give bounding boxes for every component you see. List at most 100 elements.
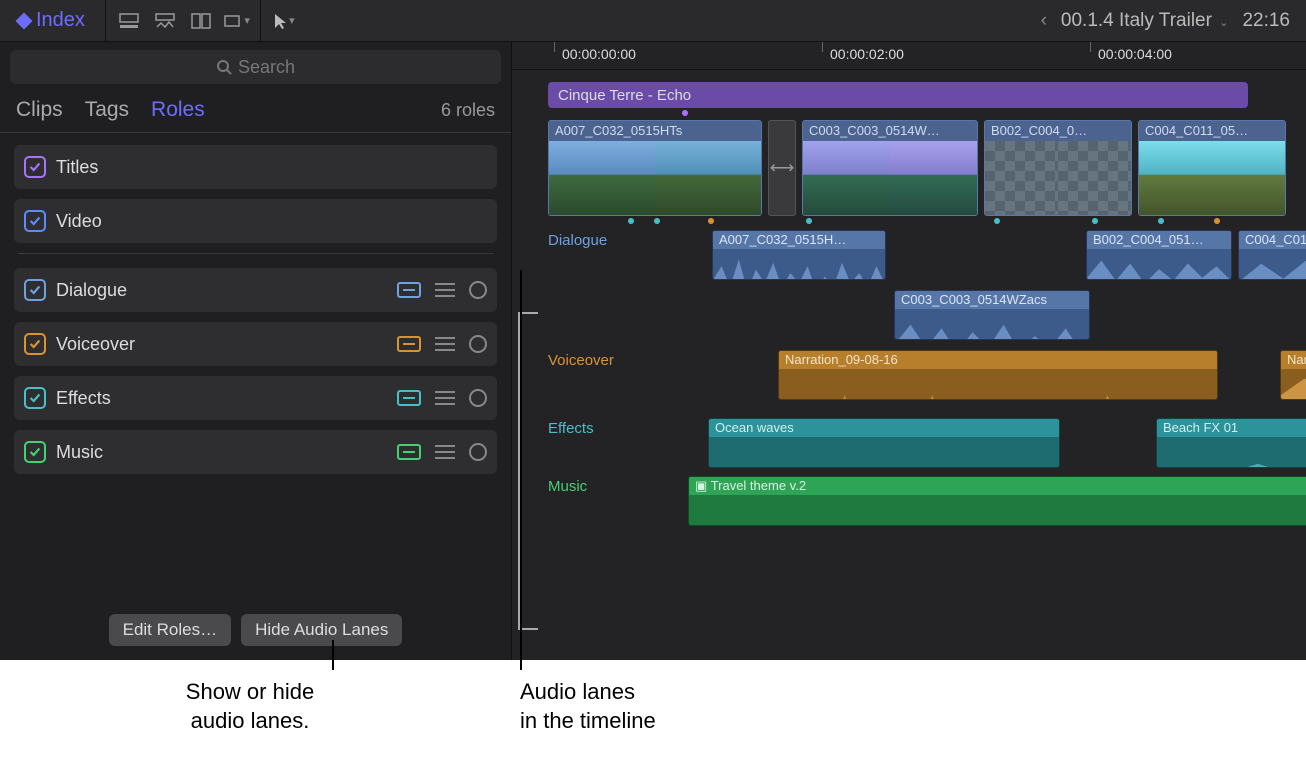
toolbar-divider	[105, 0, 106, 42]
clip-name: Narration_0	[1281, 351, 1306, 369]
audio-clip[interactable]: B002_C004_051…	[1086, 230, 1232, 280]
role-label: Music	[56, 442, 103, 463]
search-placeholder: Search	[238, 57, 295, 78]
role-checkbox[interactable]	[24, 387, 46, 409]
lane-label: Dialogue	[548, 230, 626, 249]
role-checkbox[interactable]	[24, 156, 46, 178]
audio-lane-toggle-icon[interactable]	[397, 336, 421, 352]
appearance-icon-2[interactable]	[152, 10, 178, 32]
index-button[interactable]: Index	[8, 9, 95, 32]
ruler-mark: 00:00:02:00	[830, 46, 904, 62]
timeline[interactable]: 00:00:00:00 00:00:02:00 00:00:04:00 Cinq…	[512, 42, 1306, 660]
role-dialogue[interactable]: Dialogue	[14, 268, 497, 312]
audio-clip[interactable]: ▣ Travel theme v.2	[688, 476, 1306, 526]
video-track: A007_C032_0515HTs ⟷ C003_C003_0514W… B00…	[548, 120, 1306, 216]
callouts: Show or hideaudio lanes. Audio lanesin t…	[0, 660, 1306, 760]
index-tabs: Clips Tags Roles 6 roles	[0, 92, 511, 133]
marker-dot-icon	[654, 218, 660, 224]
role-voiceover[interactable]: Voiceover	[14, 322, 497, 366]
roles-list: Titles Video Dialogue	[0, 133, 511, 604]
clip-name: Beach FX 01	[1157, 419, 1306, 437]
marker-dot-icon	[1214, 218, 1220, 224]
edit-roles-button[interactable]: Edit Roles…	[109, 614, 231, 646]
audio-clip[interactable]: Beach FX 01	[1156, 418, 1306, 468]
clip-name: B002_C004_0…	[985, 121, 1131, 141]
ruler-mark: 00:00:00:00	[562, 46, 636, 62]
toolbar-divider-2	[260, 0, 261, 42]
marker-dot-icon	[806, 218, 812, 224]
callout-hide-lanes: Show or hideaudio lanes.	[160, 678, 340, 735]
compound-clip-icon: ▣	[695, 478, 707, 493]
solo-icon[interactable]	[469, 443, 487, 461]
subroles-icon[interactable]	[435, 445, 455, 459]
solo-icon[interactable]	[469, 335, 487, 353]
roles-divider	[18, 253, 493, 254]
hide-audio-lanes-button[interactable]: Hide Audio Lanes	[241, 614, 402, 646]
marker-dot-icon	[628, 218, 634, 224]
tab-tags[interactable]: Tags	[85, 98, 129, 122]
marker-dot-icon	[708, 218, 714, 224]
subroles-icon[interactable]	[435, 391, 455, 405]
role-checkbox[interactable]	[24, 210, 46, 232]
timeline-ruler[interactable]: 00:00:00:00 00:00:02:00 00:00:04:00	[512, 42, 1306, 70]
clip-name: C003_C003_0514WZacs	[895, 291, 1089, 309]
role-video[interactable]: Video	[14, 199, 497, 243]
video-clip[interactable]: C003_C003_0514W…	[802, 120, 978, 216]
role-checkbox[interactable]	[24, 333, 46, 355]
role-effects[interactable]: Effects	[14, 376, 497, 420]
solo-icon[interactable]	[469, 389, 487, 407]
chevron-down-icon: ▾	[244, 14, 250, 27]
role-checkbox[interactable]	[24, 441, 46, 463]
lane-effects: Effects Ocean waves Beach FX 01	[548, 414, 1306, 472]
marker-dot-icon	[994, 218, 1000, 224]
marker-dot-icon	[1092, 218, 1098, 224]
solo-icon[interactable]	[469, 281, 487, 299]
title-clip[interactable]: Cinque Terre - Echo	[548, 82, 1248, 108]
subroles-icon[interactable]	[435, 283, 455, 297]
select-tool[interactable]: ▾	[271, 10, 297, 32]
video-clip[interactable]: C004_C011_05…	[1138, 120, 1286, 216]
audio-lane-toggle-icon[interactable]	[397, 282, 421, 298]
audio-clip[interactable]: C003_C003_0514WZacs	[894, 290, 1090, 340]
lane-music: Music ▣ Travel theme v.2	[548, 472, 1306, 534]
lane-label: Music	[548, 476, 626, 495]
tab-clips[interactable]: Clips	[16, 98, 63, 122]
video-clip[interactable]: A007_C032_0515HTs	[548, 120, 762, 216]
clip-name: C003_C003_0514W…	[803, 121, 977, 141]
appearance-icon-3[interactable]	[188, 10, 214, 32]
audio-clip[interactable]: Narration_0	[1280, 350, 1306, 400]
index-label: Index	[36, 9, 85, 32]
index-sidebar: Search Clips Tags Roles 6 roles Titles V…	[0, 42, 512, 660]
audio-clip[interactable]: A007_C032_0515H…	[712, 230, 886, 280]
clip-name: C004_C011_05…	[1239, 231, 1306, 249]
roles-count: 6 roles	[441, 100, 495, 121]
lane-label: Voiceover	[548, 350, 626, 369]
video-clip[interactable]: B002_C004_0…	[984, 120, 1132, 216]
audio-lane-toggle-icon[interactable]	[397, 444, 421, 460]
subroles-icon[interactable]	[435, 337, 455, 351]
search-input[interactable]: Search	[10, 50, 501, 84]
audio-clip[interactable]: Ocean waves	[708, 418, 1060, 468]
lane-dialogue: Dialogue A007_C032_0515H… B002_C004_051……	[548, 226, 1306, 346]
back-chevron-icon[interactable]: ‹	[1041, 10, 1047, 32]
audio-clip[interactable]: C004_C011_05…	[1238, 230, 1306, 280]
audio-clip[interactable]: Narration_09-08-16	[778, 350, 1218, 400]
role-checkbox[interactable]	[24, 279, 46, 301]
marker-row	[548, 216, 1306, 226]
role-music[interactable]: Music	[14, 430, 497, 474]
top-toolbar: Index ▾ ▾ ‹ 00.1.4 Italy Trailer ⌄ 22:16	[0, 0, 1306, 42]
appearance-icon-4[interactable]: ▾	[224, 10, 250, 32]
tab-roles[interactable]: Roles	[151, 98, 205, 122]
clip-name: A007_C032_0515H…	[713, 231, 885, 249]
project-name[interactable]: 00.1.4 Italy Trailer ⌄	[1061, 10, 1229, 32]
role-titles[interactable]: Titles	[14, 145, 497, 189]
audio-lane-toggle-icon[interactable]	[397, 390, 421, 406]
search-icon	[216, 59, 232, 75]
clip-name: Narration_09-08-16	[779, 351, 1217, 369]
transition-icon[interactable]: ⟷	[768, 120, 796, 216]
appearance-icon-1[interactable]	[116, 10, 142, 32]
lane-label: Effects	[548, 418, 626, 437]
clip-name: ▣ Travel theme v.2	[689, 477, 1306, 495]
role-label: Effects	[56, 388, 111, 409]
callout-audio-lanes: Audio lanesin the timeline	[520, 678, 740, 735]
